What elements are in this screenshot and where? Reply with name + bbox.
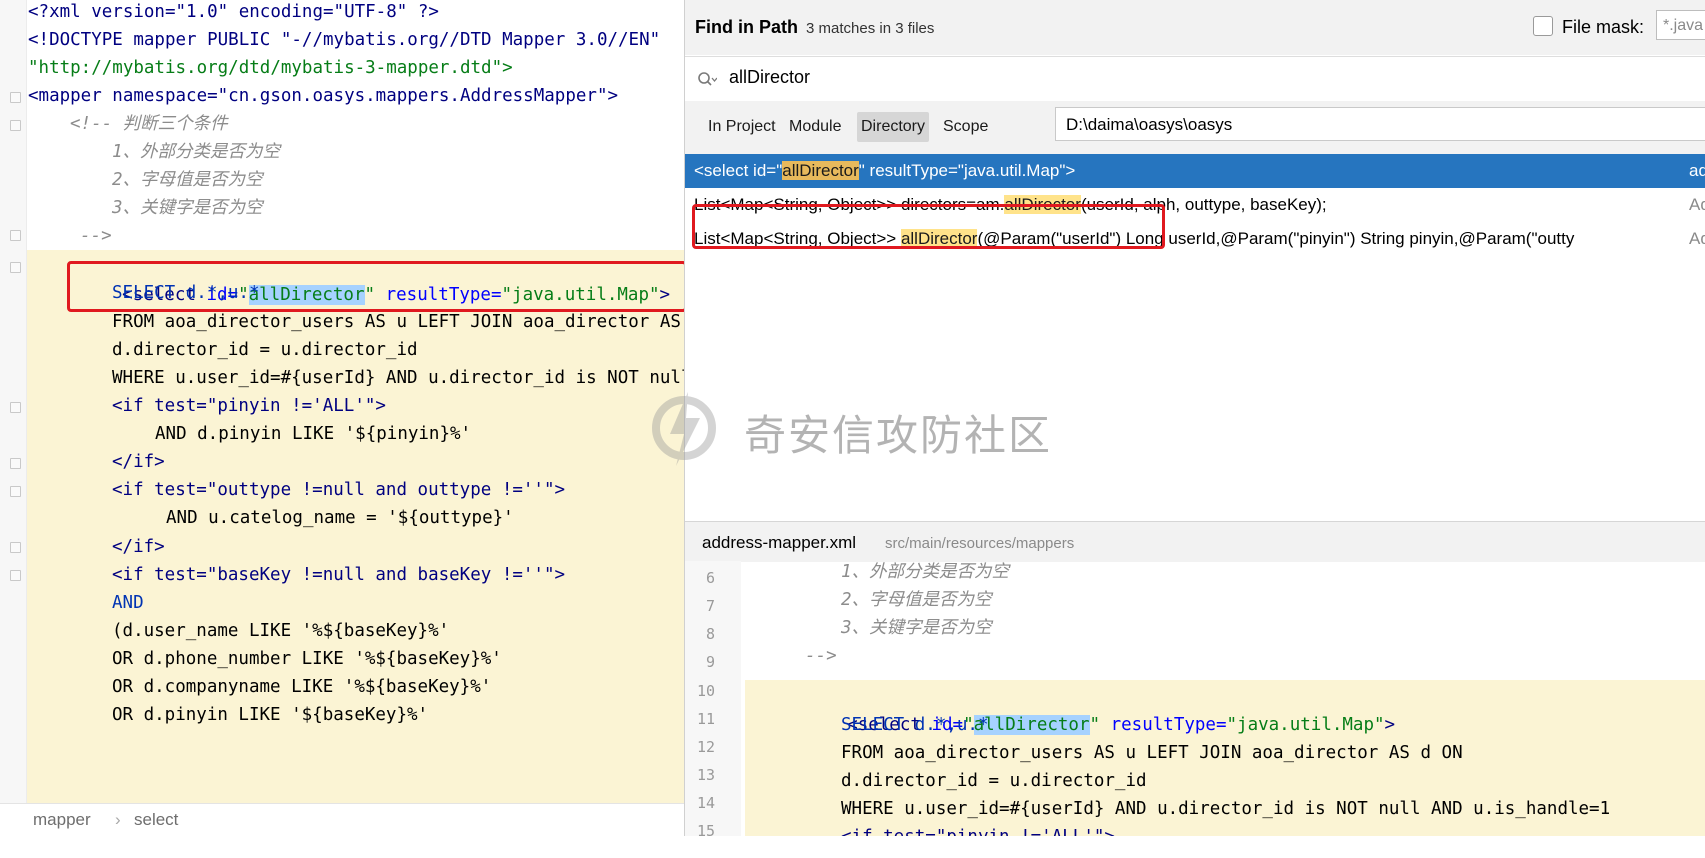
preview-code-line: 1、外部分类是否为空 (841, 562, 1010, 582)
code-line: OR d.pinyin LIKE '${baseKey}%' (112, 705, 429, 725)
fold-marker-icon[interactable] (10, 230, 21, 241)
code-line: AND d.pinyin LIKE '${pinyin}%' (155, 424, 472, 444)
code-line: <if test="baseKey !=null and baseKey !='… (112, 565, 566, 585)
tab-directory[interactable]: Directory (857, 112, 930, 142)
preview-gutter: 6 7 8 9 10 11 12 13 14 15 (685, 561, 741, 858)
breadcrumb-item-select[interactable]: select (134, 804, 178, 836)
code-line: <!DOCTYPE mapper PUBLIC "-//mybatis.org/… (28, 30, 661, 50)
code-line: AND (112, 593, 144, 613)
code-line: OR d.phone_number LIKE '%${baseKey}%' (112, 649, 502, 669)
breadcrumb-item-mapper[interactable]: mapper (33, 804, 91, 836)
fold-marker-icon[interactable] (10, 92, 21, 103)
code-line: <if test="pinyin !='ALL'"> (112, 396, 386, 416)
watermark-text: 奇安信攻防社区 (744, 412, 1053, 459)
tab-in-project[interactable]: In Project (704, 112, 780, 142)
preview-code-line: --> (805, 646, 837, 666)
file-mask-checkbox[interactable] (1533, 16, 1553, 36)
fold-marker-icon[interactable] (10, 542, 21, 553)
xml-comment: <!-- 判断三个条件 (70, 114, 228, 134)
search-input[interactable]: allDirector (729, 67, 810, 88)
fold-marker-icon[interactable] (10, 402, 21, 413)
preview-code-line: SELECT d.*,u.* (841, 715, 989, 735)
editor-gutter (0, 0, 27, 803)
code-line: <if test="outtype !=null and outtype !='… (112, 480, 566, 500)
code-line: (d.user_name LIKE '%${baseKey}%' (112, 621, 450, 641)
directory-field[interactable]: D:\daima\oasys\oasys (1055, 107, 1705, 141)
search-icon[interactable] (697, 71, 717, 89)
preview-file-path: src/main/resources/mappers (885, 535, 1075, 552)
preview-file-name: address-mapper.xml (702, 533, 857, 552)
preview-code-line: WHERE u.user_id=#{userId} AND u.director… (841, 799, 1611, 819)
file-mask-input[interactable]: *.java (1656, 10, 1705, 40)
dialog-header: Find in Path 3 matches in 3 files File m… (685, 0, 1705, 55)
code-line: </if> (112, 452, 165, 472)
search-bar[interactable]: allDirector (685, 56, 1705, 102)
code-line: <?xml version="1.0" encoding="UTF-8" ?> (28, 2, 439, 22)
scope-bar: In Project Module Directory Scope D:\dai… (685, 101, 1705, 154)
xml-comment: --> (80, 226, 112, 246)
code-line: WHERE u.user_id=#{userId} AND u.director… (112, 368, 684, 388)
file-mask-label: File mask: (1562, 17, 1645, 37)
result-row[interactable]: <select id="allDirector" resultType="jav… (685, 154, 1705, 188)
code-editor[interactable]: <?xml version="1.0" encoding="UTF-8" ?> … (0, 0, 684, 858)
code-line: OR d.companyname LIKE '%${baseKey}%' (112, 677, 492, 697)
code-line: </if> (112, 537, 165, 557)
breadcrumb: mapper › select (0, 803, 684, 836)
preview-code-line: FROM aoa_director_users AS u LEFT JOIN a… (841, 743, 1463, 763)
fold-marker-icon[interactable] (10, 262, 21, 273)
xml-comment: 1、外部分类是否为空 (112, 142, 281, 162)
xml-comment: 3、关键字是否为空 (112, 198, 263, 218)
preview-header: address-mapper.xml src/main/resources/ma… (685, 521, 1705, 562)
fold-marker-icon[interactable] (10, 486, 21, 497)
code-line: AND u.catelog_name = '${outtype}' (166, 508, 514, 528)
preview-code-line: d.director_id = u.director_id (841, 771, 1147, 791)
tab-scope[interactable]: Scope (939, 112, 992, 142)
chevron-right-icon: › (115, 810, 121, 829)
code-line: <mapper namespace="cn.gson.oasys.mappers… (28, 86, 619, 106)
code-line: "http://mybatis.org/dtd/mybatis-3-mapper… (28, 58, 513, 78)
annotation-box (692, 204, 1165, 249)
preview-code-line: 2、字母值是否为空 (841, 590, 992, 610)
match-count: 3 matches in 3 files (806, 20, 935, 37)
tab-module[interactable]: Module (785, 112, 845, 142)
fold-marker-icon[interactable] (10, 120, 21, 131)
code-line: d.director_id = u.director_id (112, 340, 418, 360)
dialog-title: Find in Path (695, 17, 798, 37)
fold-marker-icon[interactable] (10, 570, 21, 581)
status-strip (0, 836, 1705, 858)
xml-comment: 2、字母值是否为空 (112, 170, 263, 190)
match-highlight: allDirector (782, 161, 859, 180)
watermark-logo-icon (652, 392, 716, 466)
preview-select-line: <select id="allDirector" resultType="jav… (847, 715, 1396, 735)
preview-code-line: 3、关键字是否为空 (841, 618, 992, 638)
annotation-box (67, 261, 684, 312)
fold-marker-icon[interactable] (10, 458, 21, 469)
